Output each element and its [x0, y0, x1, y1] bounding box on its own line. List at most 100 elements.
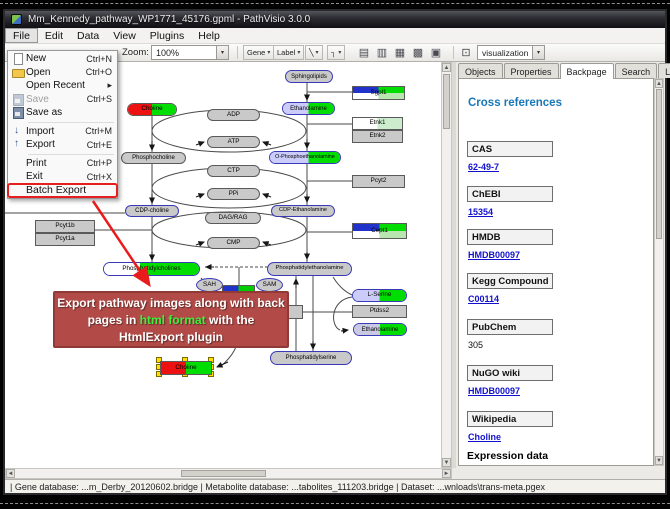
scroll-right-icon[interactable]: ►	[442, 469, 451, 478]
pathway-node-pcyt1b[interactable]: Pcyt1b	[35, 220, 95, 233]
pathway-node-ctp[interactable]: CTP	[207, 165, 260, 177]
chevron-down-icon[interactable]: ▾	[316, 49, 319, 56]
node-label: Cept1	[371, 228, 388, 234]
reference-link[interactable]: 62-49-7	[468, 162, 499, 172]
pathway-node-etnk2[interactable]: Etnk2	[352, 130, 403, 143]
file-menu-item-import[interactable]: ImportCtrl+M	[8, 125, 117, 139]
visualization-combobox[interactable]: visualization ▾	[477, 45, 545, 60]
file-menu-item-save-as[interactable]: Save as	[8, 106, 117, 120]
distribute-vertical-icon[interactable]: ▩	[409, 45, 427, 60]
annotation-line2: pages in html format with the	[55, 312, 287, 329]
blank-icon	[11, 171, 26, 182]
tab-backpage[interactable]: Backpage	[560, 63, 614, 79]
pathway-node-cdp-ethanolamine[interactable]: CDP-Ethanolamine	[271, 205, 335, 217]
tab-legend[interactable]: Legend	[658, 63, 670, 78]
pathway-node-pcyt1a[interactable]: Pcyt1a	[35, 233, 95, 246]
pathway-node-ptdss2[interactable]: Ptdss2	[352, 305, 407, 318]
reference-link[interactable]: HMDB00097	[468, 250, 520, 260]
title-bar[interactable]: Mm_Kennedy_pathway_WP1771_45176.gpml - P…	[5, 11, 665, 28]
pathway-node-phosphocholine[interactable]: Phosphocholine	[121, 152, 186, 164]
pathway-node-etnk1[interactable]: Etnk1	[352, 117, 403, 130]
panel-vertical-scrollbar[interactable]: ▲ ▼	[654, 78, 664, 466]
layout-icon[interactable]: ⊡	[457, 45, 475, 60]
scroll-down-icon[interactable]: ▼	[655, 456, 663, 465]
file-menu: NewCtrl+NOpenCtrl+OOpen Recent▸SaveCtrl+…	[7, 50, 118, 199]
reference-link[interactable]: HMDB00097	[468, 386, 520, 396]
pathway-node-sphingolipids[interactable]: Sphingolipids	[285, 70, 333, 83]
menubar-item-file[interactable]: File	[5, 28, 38, 43]
file-menu-item-print[interactable]: PrintCtrl+P	[8, 157, 117, 171]
connector-tool-button[interactable]: ┐▾	[327, 45, 345, 60]
distribute-horizontal-icon[interactable]: ▦	[391, 45, 409, 60]
file-menu-item-exit[interactable]: ExitCtrl+X	[8, 170, 117, 184]
file-menu-item-new[interactable]: NewCtrl+N	[8, 52, 117, 66]
file-menu-item-open[interactable]: OpenCtrl+O	[8, 66, 117, 80]
menubar-item-help[interactable]: Help	[191, 28, 227, 43]
scroll-down-icon[interactable]: ▼	[442, 458, 451, 467]
canvas-vertical-scrollbar[interactable]: ▲ ▼	[441, 62, 452, 468]
scroll-up-icon[interactable]: ▲	[655, 79, 663, 88]
pathway-node-o-phosphoethanolamine[interactable]: O-Phosphoethanolamine	[269, 151, 341, 164]
tab-search[interactable]: Search	[615, 63, 658, 78]
pathway-node-phosphatidylserine[interactable]: Phosphatidylserine	[270, 351, 352, 365]
scroll-left-icon[interactable]: ◄	[6, 469, 15, 478]
tab-objects[interactable]: Objects	[458, 63, 503, 78]
pathway-node-sgpl1[interactable]: Sgpl1	[352, 86, 405, 100]
reference-link[interactable]: C00114	[468, 294, 499, 304]
menubar-item-edit[interactable]: Edit	[38, 28, 70, 43]
file-menu-item-batch-export[interactable]: Batch Export	[8, 184, 117, 198]
chevron-down-icon[interactable]: ▾	[532, 46, 544, 59]
alignment-icon-group: ▤▥▦▩▣	[355, 45, 445, 60]
status-text: | Gene database: ...m_Derby_20120602.bri…	[10, 482, 545, 492]
pathway-node-l-serine[interactable]: L-Serine	[352, 289, 407, 302]
pathway-node-pisd[interactable]	[287, 305, 303, 319]
reference-link[interactable]: Choline	[468, 432, 501, 442]
zoom-dropdown-icon[interactable]: ▾	[216, 46, 228, 59]
chevron-down-icon[interactable]: ▾	[267, 49, 270, 56]
file-menu-item-save[interactable]: SaveCtrl+S	[8, 93, 117, 107]
zoom-combobox[interactable]: 100% ▾	[151, 45, 229, 60]
line-tool-button[interactable]: ╲▾	[305, 45, 323, 60]
scrollbar-thumb[interactable]	[181, 470, 266, 477]
pathway-node-dag[interactable]: DAG/RAG	[205, 212, 261, 224]
gene-tool-button[interactable]: Gene▾	[243, 45, 274, 60]
label-tool-button[interactable]: Label▾	[273, 45, 304, 60]
pathway-node-choline-top[interactable]: Choline	[127, 103, 177, 116]
stack-icon[interactable]: ▣	[427, 45, 445, 60]
pathway-node-ppi[interactable]: PPi	[207, 188, 260, 200]
scroll-up-icon[interactable]: ▲	[442, 63, 451, 72]
menubar-item-data[interactable]: Data	[70, 28, 106, 43]
open-icon	[11, 67, 26, 78]
align-center-horizontal-icon[interactable]: ▤	[355, 45, 373, 60]
pathway-node-sam[interactable]: SAM	[256, 278, 283, 292]
pathway-node-cept1[interactable]: Cept1	[352, 223, 407, 239]
scrollbar-thumb[interactable]	[443, 74, 450, 129]
canvas-horizontal-scrollbar[interactable]: ◄ ►	[5, 468, 452, 479]
visualization-value: visualization	[482, 48, 528, 58]
align-center-vertical-icon[interactable]: ▥	[373, 45, 391, 60]
pathway-node-adp[interactable]: ADP	[207, 109, 260, 121]
tab-properties[interactable]: Properties	[504, 63, 559, 78]
node-label: Choline	[141, 106, 162, 112]
pathway-node-ethanolamine-top[interactable]: Ethanolamine	[282, 102, 335, 115]
pathway-node-cdp-choline[interactable]: CDP-choline	[125, 205, 179, 217]
menubar-item-plugins[interactable]: Plugins	[143, 28, 191, 43]
menubar-item-view[interactable]: View	[106, 28, 143, 43]
file-menu-item-open-recent[interactable]: Open Recent▸	[8, 79, 117, 93]
reference-link[interactable]: 15354	[468, 207, 493, 217]
pathway-node-sah[interactable]: SAH	[196, 278, 223, 292]
pathway-node-phosphatidylcholines[interactable]: Phosphatidylcholines	[103, 262, 200, 276]
chevron-down-icon[interactable]: ▾	[338, 49, 341, 56]
pathway-node-cmp[interactable]: CMP	[207, 237, 260, 249]
pathway-node-choline-selected[interactable]: Choline	[160, 361, 212, 375]
file-menu-item-export[interactable]: ExportCtrl+E	[8, 138, 117, 152]
pathway-node-phosphatidylethanolamine[interactable]: Phosphatidylethanolamine	[267, 262, 352, 276]
menu-item-label: Print	[26, 158, 47, 169]
scrollbar-thumb[interactable]	[656, 89, 662, 239]
pathway-node-atp[interactable]: ATP	[207, 136, 260, 148]
menu-item-label: Exit	[26, 171, 43, 182]
capture-dash-bottom	[0, 503, 670, 504]
pathway-node-ethanolamine-bottom[interactable]: Ethanolamine	[353, 323, 407, 336]
pathway-node-pcyt2[interactable]: Pcyt2	[352, 175, 405, 188]
chevron-down-icon[interactable]: ▾	[297, 49, 300, 56]
